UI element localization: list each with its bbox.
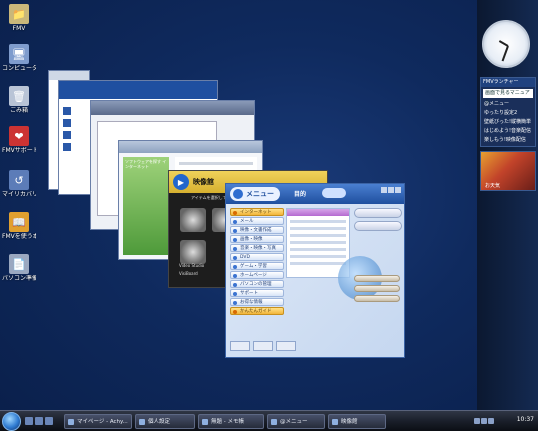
menu-bottom-button[interactable] (253, 341, 273, 351)
menu-logo: メニュー (230, 187, 280, 201)
explorer-task-text: ソフトウェアを探す インターネット (125, 159, 167, 169)
window-controls (380, 187, 401, 195)
window-titlebar (91, 101, 254, 115)
window-main-menu[interactable]: メニュー 目的 インターネット メール 映像・文書作成 画像・映像 音楽・映像・… (225, 183, 405, 358)
switch-windows-icon[interactable] (35, 417, 43, 425)
fmv-launcher-gadget: FMVランチャー 画面で見るマニュアル @メニュー ゆったり設定2 壁紙びった!… (480, 77, 536, 147)
taskbar-clock[interactable]: 10:37 (517, 416, 534, 423)
taskbar-button[interactable]: 映像館 (328, 414, 386, 429)
menu-item-document[interactable]: 映像・文書作成 (230, 226, 284, 234)
menu-item-mail[interactable]: メール (230, 217, 284, 225)
menu-item-support[interactable]: サポート (230, 289, 284, 297)
start-button[interactable] (2, 412, 21, 431)
taskbar-button[interactable]: @メニュー (267, 414, 325, 429)
menu-action-button[interactable] (354, 285, 400, 292)
flip3d-window-stack: ソフトウェアを探す インターネット ▶ 映像館 アイテムを選択してください Vi… (0, 0, 476, 410)
menu-side-button[interactable] (354, 208, 402, 218)
menu-right-buttons (354, 208, 402, 234)
menu-window-titlebar: メニュー 目的 (226, 184, 404, 204)
gadget-link[interactable]: 壁紙びった!縦横簡単 (481, 118, 535, 127)
menu-item-deals[interactable]: お得な情報 (230, 298, 284, 306)
menu-bottom-button[interactable] (276, 341, 296, 351)
menu-item-internet[interactable]: インターネット (230, 208, 284, 216)
menu-item-image[interactable]: 画像・映像 (230, 235, 284, 243)
menu-bottom-bar (230, 341, 400, 353)
menu-window-title: 目的 (294, 191, 307, 198)
close-icon[interactable] (395, 187, 401, 193)
menu-lower-buttons (354, 272, 400, 305)
clock-minute-hand (501, 45, 509, 62)
window-titlebar (49, 71, 89, 80)
window-titlebar (119, 141, 262, 153)
taskbar-button[interactable]: 無題 - メモ帳 (198, 414, 264, 429)
photo-gadget-label: お天気 (485, 183, 501, 189)
menu-bottom-button[interactable] (230, 341, 250, 351)
taskbar: マイページ - Achy... 個人設定 無題 - メモ帳 @メニュー 映像館 … (0, 410, 538, 431)
ime-icon[interactable] (488, 418, 494, 424)
minimize-icon[interactable] (381, 187, 387, 193)
video-tile[interactable] (180, 208, 206, 232)
menu-side-button[interactable] (354, 221, 402, 231)
taskbar-button[interactable]: マイページ - Achy... (64, 414, 132, 429)
video-tile-label: Video Studio (179, 263, 205, 268)
volume-icon[interactable] (481, 418, 487, 424)
video-tile-label: VisiBoard (179, 271, 198, 276)
gadget-search-field[interactable]: 画面で見るマニュアル (483, 89, 533, 105)
windows-sidebar: FMVランチャー 画面で見るマニュアル @メニュー ゆったり設定2 壁紙びった!… (477, 0, 538, 410)
system-tray: 10:37 (474, 414, 536, 429)
menu-category-list: インターネット メール 映像・文書作成 画像・映像 音楽・映像・写真 DVD ゲ… (230, 208, 284, 316)
menu-item-guide[interactable]: かんたんガイド (230, 307, 284, 315)
video-tile[interactable] (180, 240, 206, 264)
menu-item-homepage[interactable]: ホームページ (230, 271, 284, 279)
clock-gadget[interactable] (482, 20, 530, 68)
menu-item-dvd[interactable]: DVD (230, 253, 284, 261)
gadget-title: FMVランチャー (481, 78, 535, 87)
gadget-link[interactable]: ゆったり設定2 (481, 109, 535, 118)
window-sidebar (63, 103, 85, 155)
menu-action-button[interactable] (354, 275, 400, 282)
menu-tab-pill[interactable] (322, 188, 346, 198)
show-desktop-icon[interactable] (25, 417, 33, 425)
browser-icon[interactable] (45, 417, 53, 425)
explorer-task-pane: ソフトウェアを探す インターネット (123, 157, 169, 255)
panel-header (287, 209, 349, 216)
maximize-icon[interactable] (388, 187, 394, 193)
gadget-link[interactable]: @メニュー (481, 100, 535, 109)
gadget-link[interactable]: はじめよう!音楽配信 (481, 127, 535, 136)
menu-item-game[interactable]: ゲーム・学習 (230, 262, 284, 270)
menu-item-pc-manage[interactable]: パソコンの管理 (230, 280, 284, 288)
window-titlebar (59, 81, 217, 99)
quick-launch (25, 417, 55, 427)
network-icon[interactable] (474, 418, 480, 424)
video-window-title: 映像館 (193, 178, 214, 186)
photo-gadget[interactable]: お天気 (480, 151, 536, 191)
taskbar-button[interactable]: 個人設定 (135, 414, 195, 429)
menu-action-button[interactable] (354, 295, 400, 302)
gadget-link[interactable]: 楽しもう!映像配信 (481, 136, 535, 145)
video-logo-icon: ▶ (173, 174, 189, 190)
menu-item-music[interactable]: 音楽・映像・写真 (230, 244, 284, 252)
